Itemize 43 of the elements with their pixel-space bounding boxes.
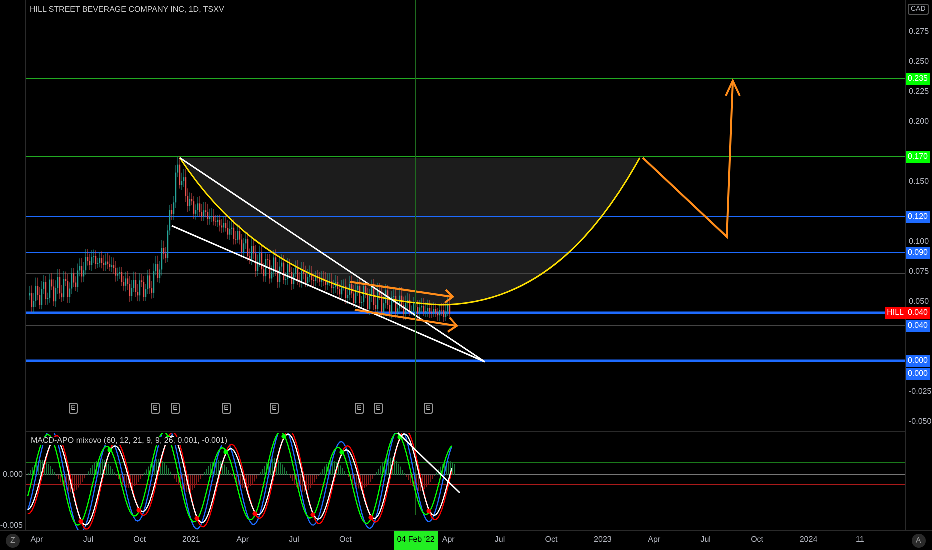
time-axis-label: Apr (236, 536, 250, 544)
time-axis-label: Jul (700, 536, 711, 544)
indicator-title: MACD-APO mixovo (60, 12, 21, 9, 9, 26, 0.001, -0.001) (30, 437, 229, 445)
time-axis-label: Jul (83, 536, 94, 544)
time-axis-label: Oct (751, 536, 764, 544)
indicator-axis-label: -0.005 (0, 522, 23, 530)
time-axis-label: Oct (339, 536, 352, 544)
price-badge: 0.120 (906, 211, 930, 223)
time-axis-label: Apr (648, 536, 661, 544)
time-axis-label: Apr (442, 536, 455, 544)
price-axis-label: 0.225 (909, 88, 930, 96)
time-axis-label: 11 (856, 536, 864, 544)
symbol-badge: HILL (885, 307, 906, 319)
time-axis-label: Jul (494, 536, 506, 544)
time-axis-label: Oct (134, 536, 146, 544)
price-badge: 0.000 (906, 355, 930, 367)
time-axis-label: Oct (545, 536, 558, 544)
price-axis-label: -0.025 (909, 388, 932, 396)
price-badge: 0.000 (906, 368, 930, 380)
time-axis-label: Jul (289, 536, 300, 544)
price-axis-label: 0.150 (909, 178, 930, 186)
corner-button[interactable]: Z (6, 534, 20, 548)
time-axis-label: 2021 (182, 536, 200, 544)
price-axis-label: 0.275 (909, 28, 930, 36)
trend-line (397, 432, 461, 494)
price-badge: 0.040 (906, 307, 930, 319)
price-badge: 0.040 (906, 320, 930, 332)
price-axis-label: 0.075 (909, 268, 930, 276)
price-badge: 0.090 (906, 247, 930, 259)
time-axis-label: Apr (30, 536, 44, 544)
price-axis-label: 0.050 (909, 298, 930, 306)
price-axis-label: 0.250 (909, 58, 930, 66)
price-axis-label: -0.050 (909, 418, 932, 426)
indicator-axis-label: 0.000 (2, 471, 23, 479)
corner-button[interactable]: A (912, 534, 926, 548)
price-axis-label: 0.200 (909, 118, 930, 126)
price-badge: 0.235 (906, 73, 930, 85)
price-badge: 0.170 (906, 151, 930, 163)
price-axis-label: 0.100 (909, 238, 930, 246)
time-axis-label: 2023 (594, 536, 612, 544)
crosshair-date-label: 04 Feb '22 (394, 531, 438, 550)
time-axis-label: 2024 (800, 536, 818, 544)
chart-title: HILL STREET BEVERAGE COMPANY INC, 1D, TSXV (30, 6, 224, 14)
